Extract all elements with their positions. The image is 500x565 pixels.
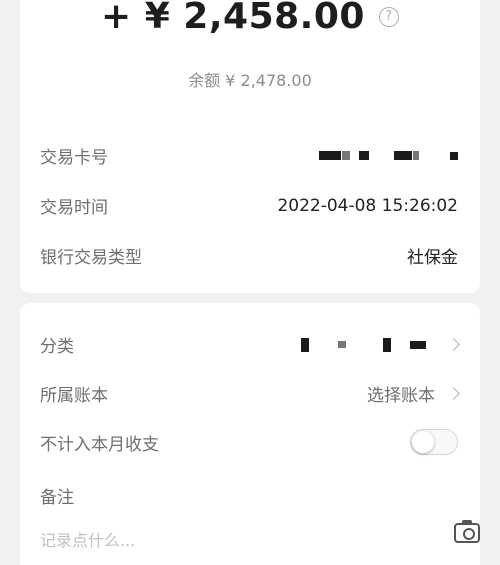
transaction-type-label: 银行交易类型 [40, 248, 142, 268]
note-input[interactable]: 记录点什么... [40, 527, 135, 551]
note-input-row[interactable]: 记录点什么... [40, 527, 410, 551]
balance-text: 余额 ¥ 2,478.00 [188, 71, 312, 90]
transaction-type-row: 银行交易类型 社保金 [40, 243, 458, 268]
chevron-right-icon [447, 387, 460, 400]
category-row[interactable]: 分类 [40, 332, 460, 357]
question-circle-icon[interactable]: ? [378, 6, 399, 27]
card-number-label: 交易卡号 [40, 148, 108, 168]
amount-text: + ¥ 2,458.00 [101, 0, 365, 37]
note-row: 备注 [40, 483, 458, 508]
transaction-amount: + ¥ 2,458.00 ? [20, 0, 480, 37]
transaction-card: + ¥ 2,458.00 ? 余额 ¥ 2,478.00 交易卡号 交易时间 2… [20, 0, 480, 293]
transaction-time-value: 2022-04-08 15:26:02 [277, 195, 458, 216]
exclude-month-row: 不计入本月收支 [40, 429, 458, 455]
chevron-right-icon [447, 338, 460, 351]
note-label: 备注 [40, 488, 74, 508]
card-number-masked [319, 151, 458, 160]
settings-card: 分类 所属账本 选择账本 不计入本月收支 备注 记录点什么... [20, 303, 480, 565]
category-masked [301, 337, 460, 352]
account-book-value: 选择账本 [367, 386, 435, 406]
transaction-time-row: 交易时间 2022-04-08 15:26:02 [40, 193, 458, 219]
transaction-type-value: 社保金 [407, 248, 458, 268]
transaction-time-label: 交易时间 [40, 198, 108, 218]
card-number-row: 交易卡号 [40, 143, 458, 168]
exclude-month-toggle[interactable] [410, 429, 458, 455]
exclude-month-label: 不计入本月收支 [40, 434, 159, 455]
account-book-row[interactable]: 所属账本 选择账本 [40, 381, 460, 406]
toggle-knob [412, 431, 434, 453]
camera-icon[interactable] [454, 520, 480, 543]
category-label: 分类 [40, 337, 74, 357]
account-book-label: 所属账本 [40, 386, 108, 406]
